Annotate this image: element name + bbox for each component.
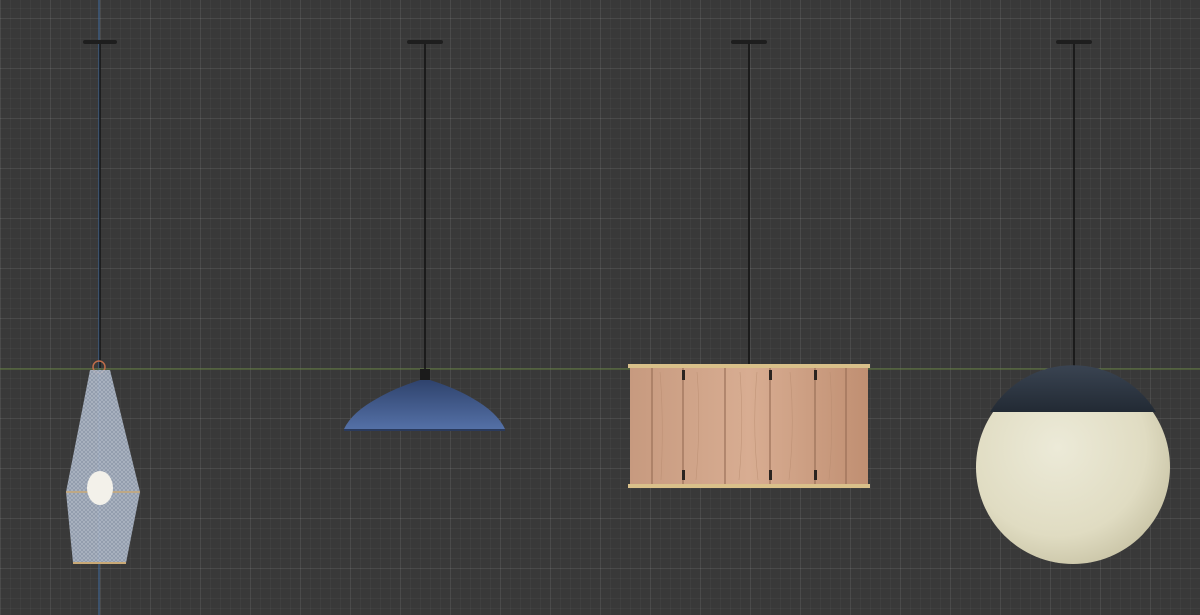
ceiling-canopy — [407, 40, 443, 44]
drum-bottom-rim — [628, 484, 870, 488]
ceiling-canopy — [731, 40, 767, 44]
ceiling-canopy — [83, 40, 117, 44]
dome-socket — [420, 369, 430, 381]
lamp-wooden-drum[interactable] — [628, 40, 870, 488]
drum-top-rim — [628, 364, 870, 368]
lamp-blue-dome[interactable] — [344, 40, 505, 431]
wood-drum-body — [630, 366, 868, 486]
mesh-shade — [66, 370, 140, 563]
blue-dome-shade — [344, 380, 505, 429]
ceiling-canopy — [1056, 40, 1092, 44]
lamp-glass-globe[interactable] — [976, 40, 1170, 564]
globe-cap — [990, 365, 1156, 412]
scene-canvas[interactable] — [0, 0, 1200, 615]
lamp-mesh-lantern[interactable] — [66, 40, 140, 564]
3d-viewport[interactable] — [0, 0, 1200, 615]
light-bulb — [87, 471, 113, 505]
